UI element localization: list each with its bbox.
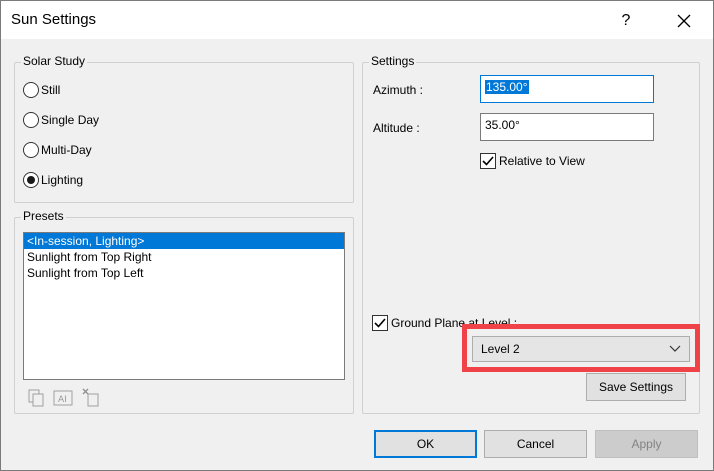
checkmark-icon bbox=[482, 156, 494, 166]
radio-lighting-circle[interactable] bbox=[23, 172, 39, 188]
azimuth-field[interactable]: 135.00° bbox=[480, 75, 654, 103]
relative-to-view-label: Relative to View bbox=[499, 154, 585, 168]
window-title: Sun Settings bbox=[11, 11, 97, 28]
delete-icon[interactable] bbox=[81, 388, 101, 408]
list-item[interactable]: Sunlight from Top Left bbox=[24, 265, 344, 281]
azimuth-value: 135.00° bbox=[485, 80, 529, 94]
presets-group: Presets <In-session, Lighting> Sunlight … bbox=[14, 209, 354, 414]
radio-still-label: Still bbox=[41, 83, 61, 97]
save-settings-button[interactable]: Save Settings bbox=[586, 373, 686, 401]
cancel-button[interactable]: Cancel bbox=[484, 430, 587, 458]
presets-legend: Presets bbox=[21, 209, 66, 223]
azimuth-label: Azimuth : bbox=[373, 83, 424, 97]
rename-icon-text: AI bbox=[58, 395, 67, 405]
settings-legend: Settings bbox=[369, 54, 417, 68]
solar-study-group: Solar Study Still Single Day Multi-Day L… bbox=[14, 54, 354, 203]
highlight-box bbox=[462, 324, 700, 372]
list-item[interactable]: <In-session, Lighting> bbox=[24, 233, 344, 249]
rename-icon[interactable]: AI bbox=[53, 388, 73, 408]
radio-multi-day[interactable]: Multi-Day bbox=[23, 140, 92, 160]
altitude-value: 35.00° bbox=[485, 118, 520, 132]
presets-list[interactable]: <In-session, Lighting> Sunlight from Top… bbox=[23, 232, 345, 380]
radio-single-day-label: Single Day bbox=[41, 113, 100, 127]
altitude-label: Altitude : bbox=[373, 121, 420, 135]
apply-button[interactable]: Apply bbox=[595, 430, 698, 458]
checkmark-icon bbox=[374, 318, 386, 328]
radio-lighting-label: Lighting bbox=[41, 173, 84, 187]
radio-multi-day-circle[interactable] bbox=[23, 142, 39, 158]
relative-to-view-checkbox[interactable]: Relative to View bbox=[480, 152, 585, 170]
radio-still[interactable]: Still bbox=[23, 80, 60, 100]
help-button[interactable]: ? bbox=[613, 9, 639, 33]
radio-multi-day-label: Multi-Day bbox=[41, 143, 92, 157]
close-button[interactable] bbox=[668, 9, 700, 33]
altitude-field[interactable]: 35.00° bbox=[480, 113, 654, 141]
radio-single-day[interactable]: Single Day bbox=[23, 110, 99, 130]
list-item[interactable]: Sunlight from Top Right bbox=[24, 249, 344, 265]
radio-still-circle[interactable] bbox=[23, 82, 39, 98]
title-bar: Sun Settings ? bbox=[1, 1, 713, 39]
relative-to-view-box[interactable] bbox=[480, 153, 496, 169]
radio-single-day-circle[interactable] bbox=[23, 112, 39, 128]
ground-plane-box[interactable] bbox=[372, 315, 388, 331]
sun-settings-dialog: Sun Settings ? Solar Study Still Single … bbox=[0, 0, 714, 471]
solar-study-legend: Solar Study bbox=[21, 54, 88, 68]
close-icon bbox=[677, 14, 691, 28]
ok-button[interactable]: OK bbox=[374, 430, 477, 458]
duplicate-icon[interactable] bbox=[27, 388, 47, 408]
radio-lighting[interactable]: Lighting bbox=[23, 170, 83, 190]
